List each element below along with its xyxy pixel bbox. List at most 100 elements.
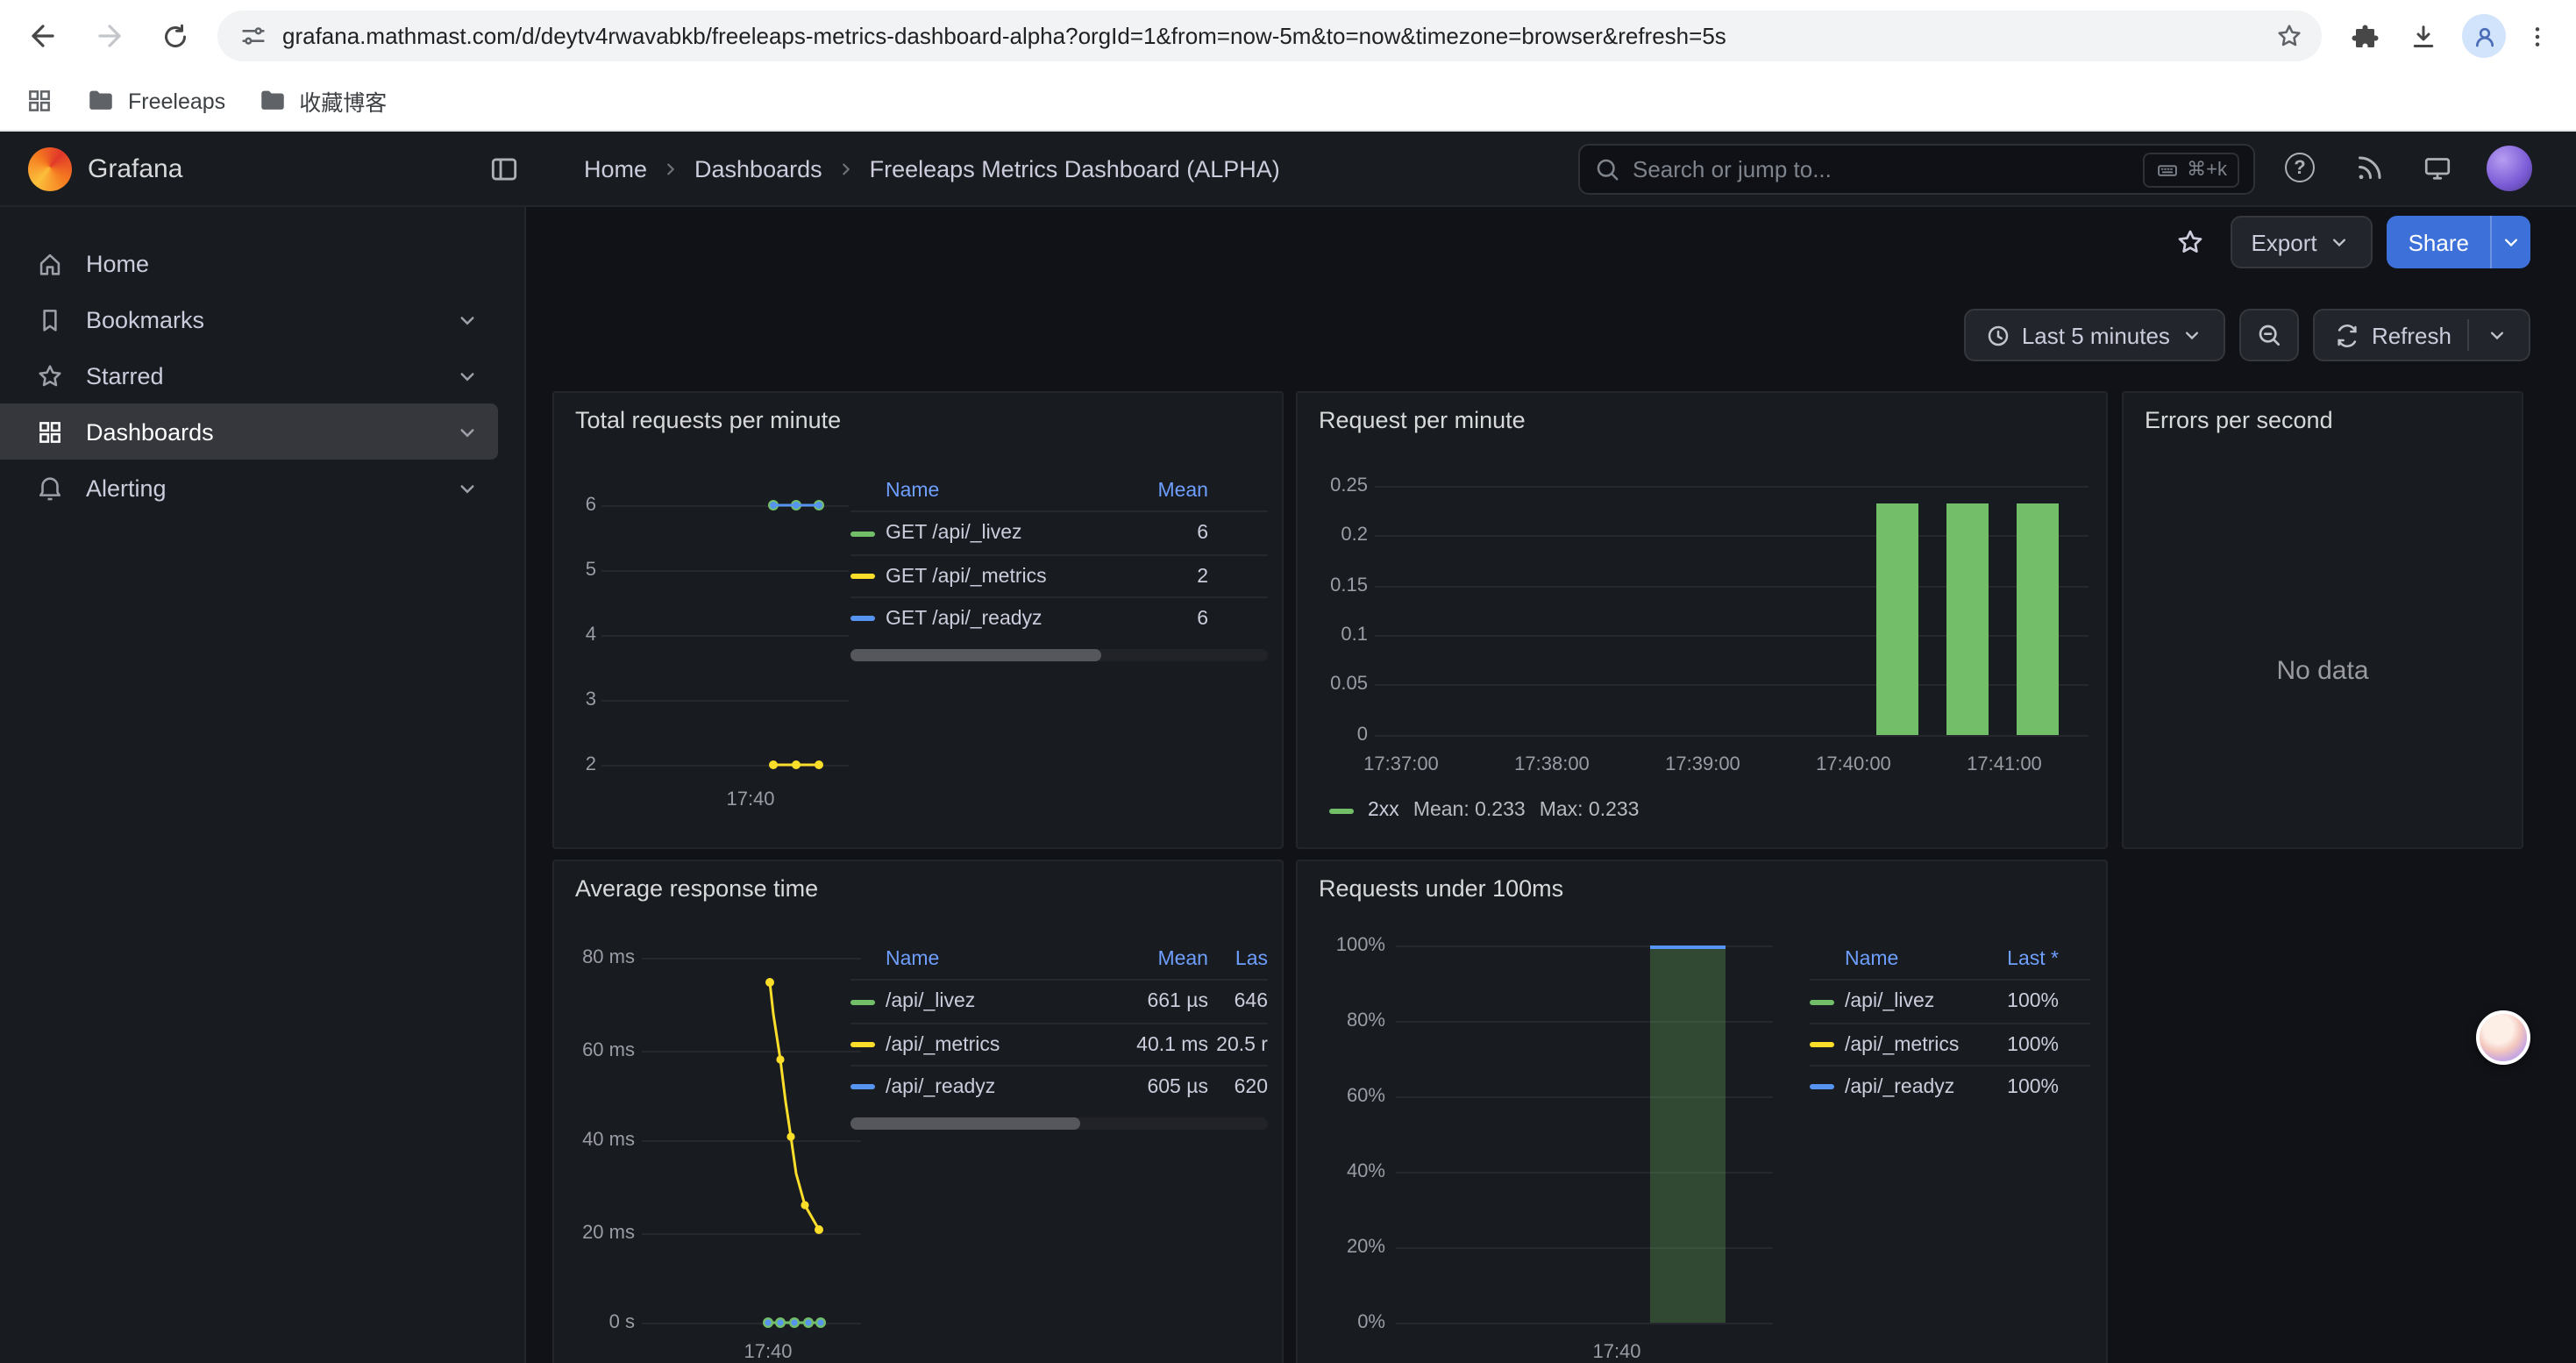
panel-title[interactable]: Request per minute	[1319, 407, 1526, 433]
search-box[interactable]: ⌘+k	[1578, 144, 2255, 195]
scrollbar-thumb[interactable]	[850, 649, 1101, 661]
sidebar-item-alerting[interactable]: Alerting	[0, 460, 498, 516]
panel-title[interactable]: Requests under 100ms	[1319, 875, 1563, 902]
sidebar: Home Bookmarks Starred Dashboards	[0, 207, 526, 1363]
series-name[interactable]: 2xx	[1368, 800, 1399, 821]
floating-assistant-avatar[interactable]	[2476, 1010, 2530, 1065]
legend-header-name[interactable]: Name	[850, 480, 1110, 501]
legend-row[interactable]: /api/_livez 661 µs 646	[850, 981, 1268, 1023]
series-name[interactable]: /api/_livez	[886, 991, 1110, 1012]
refresh-interval-caret[interactable]	[2485, 323, 2509, 347]
shortcut-label: ⌘+k	[2187, 158, 2227, 181]
panel-requests-under-100ms[interactable]: Requests under 100ms 100% 80% 60% 40% 20…	[1296, 860, 2108, 1363]
chart-legend[interactable]: 2xx Mean: 0.233 Max: 0.233	[1329, 800, 1640, 821]
chevron-down-icon[interactable]	[454, 418, 480, 445]
help-icon[interactable]: ?	[2285, 153, 2315, 182]
series-last: 646	[1208, 991, 1268, 1012]
series-name[interactable]: /api/_readyz	[1845, 1076, 1971, 1097]
search-input[interactable]	[1633, 156, 2143, 182]
browser-menu-icon[interactable]	[2513, 11, 2562, 61]
legend-row[interactable]: /api/_readyz 100%	[1810, 1065, 2090, 1107]
panel-total-requests[interactable]: Total requests per minute 6 5 4 3 2	[552, 391, 1284, 849]
series-name[interactable]: GET /api/_readyz	[886, 608, 1110, 629]
total-requests-chart: 6 5 4 3 2 17:40	[572, 456, 852, 833]
legend-row[interactable]: /api/_metrics 40.1 ms 20.5 r	[850, 1023, 1268, 1065]
legend-header-mean[interactable]: Mean	[1110, 480, 1208, 501]
legend-scrollbar[interactable]	[850, 1117, 1268, 1130]
share-button[interactable]: Share	[2387, 216, 2530, 268]
series-color-swatch	[850, 616, 875, 621]
share-menu-caret[interactable]	[2490, 216, 2530, 268]
chevron-down-icon[interactable]	[454, 475, 480, 501]
profile-avatar[interactable]	[2462, 14, 2506, 58]
grafana-logo[interactable]	[28, 147, 72, 191]
scrollbar-thumb[interactable]	[850, 1117, 1080, 1130]
sidebar-item-starred[interactable]: Starred	[0, 347, 498, 403]
refresh-label: Refresh	[2372, 322, 2451, 348]
breadcrumb-dashboards[interactable]: Dashboards	[694, 155, 822, 182]
chevron-down-icon	[2181, 323, 2205, 347]
series-name[interactable]: /api/_metrics	[1845, 1034, 1971, 1055]
bookmark-folder-blogs[interactable]: 收藏博客	[257, 84, 387, 118]
series-mean: 6	[1110, 608, 1208, 629]
legend-header-last[interactable]: Last *	[1971, 948, 2059, 969]
legend-table: Name Mean Las /api/_livez 661 µs 646 /ap…	[850, 938, 1268, 1107]
series-plot	[1315, 924, 1824, 1363]
address-bar[interactable]: grafana.mathmast.com/d/deytv4rwavabkb/fr…	[217, 11, 2322, 61]
series-name[interactable]: GET /api/_metrics	[886, 566, 1110, 587]
time-range-picker[interactable]: Last 5 minutes	[1964, 309, 2226, 361]
panel-title[interactable]: Average response time	[575, 875, 818, 902]
series-name[interactable]: GET /api/_livez	[886, 523, 1110, 544]
series-name[interactable]: /api/_metrics	[886, 1034, 1110, 1055]
sidebar-item-bookmarks[interactable]: Bookmarks	[0, 291, 498, 347]
panel-title[interactable]: Total requests per minute	[575, 407, 841, 433]
breadcrumb-home[interactable]: Home	[584, 155, 647, 182]
legend-row[interactable]: GET /api/_livez 6	[850, 512, 1268, 554]
extensions-icon[interactable]	[2339, 11, 2388, 61]
response-time-chart: 80 ms 60 ms 40 ms 20 ms 0 s	[572, 924, 879, 1363]
clock-icon	[1985, 322, 2011, 348]
download-icon[interactable]	[2399, 11, 2448, 61]
panel-request-per-minute[interactable]: Request per minute 0.25 0.2 0.15 0.1 0.0…	[1296, 391, 2108, 849]
sidebar-item-dashboards[interactable]: Dashboards	[0, 403, 498, 460]
apps-grid-icon[interactable]	[25, 86, 54, 116]
legend-scrollbar[interactable]	[850, 649, 1268, 661]
share-label[interactable]: Share	[2387, 216, 2490, 268]
zoom-out-button[interactable]	[2240, 309, 2300, 361]
url-text[interactable]: grafana.mathmast.com/d/deytv4rwavabkb/fr…	[282, 23, 2274, 49]
export-button[interactable]: Export	[2230, 216, 2373, 268]
series-mean: 6	[1110, 523, 1208, 544]
legend-header-name[interactable]: Name	[1810, 948, 1971, 969]
series-name[interactable]: /api/_readyz	[886, 1076, 1110, 1097]
sidebar-item-home[interactable]: Home	[0, 235, 498, 291]
legend-row[interactable]: /api/_metrics 100%	[1810, 1023, 2090, 1065]
dock-menu-icon[interactable]	[487, 153, 521, 186]
bookmark-folder-freeleaps[interactable]: Freeleaps	[86, 86, 225, 116]
user-avatar[interactable]	[2487, 146, 2532, 191]
legend-row[interactable]: GET /api/_readyz 6	[850, 596, 1268, 639]
chevron-down-icon[interactable]	[454, 306, 480, 332]
legend-row[interactable]: /api/_livez 100%	[1810, 981, 2090, 1023]
legend-header-name[interactable]: Name	[850, 948, 1110, 969]
news-rss-icon[interactable]	[2353, 153, 2385, 184]
series-color-swatch	[850, 574, 875, 579]
panel-title[interactable]: Errors per second	[2145, 407, 2333, 433]
site-info-icon[interactable]	[238, 21, 268, 51]
back-icon[interactable]	[18, 11, 67, 61]
reload-icon[interactable]	[151, 11, 200, 61]
series-last: 100%	[1971, 1034, 2059, 1055]
refresh-button[interactable]: Refresh	[2314, 309, 2530, 361]
bookmark-star-icon[interactable]	[2274, 21, 2304, 51]
star-icon	[35, 360, 65, 390]
panel-errors-per-second[interactable]: Errors per second No data	[2122, 391, 2523, 849]
series-mean: 605 µs	[1110, 1076, 1208, 1097]
legend-row[interactable]: /api/_readyz 605 µs 620	[850, 1065, 1268, 1107]
legend-header-last[interactable]: Las	[1208, 948, 1268, 969]
favorite-star-icon[interactable]	[2163, 216, 2216, 268]
legend-row[interactable]: GET /api/_metrics 2	[850, 554, 1268, 596]
panel-average-response-time[interactable]: Average response time 80 ms 60 ms 40 ms …	[552, 860, 1284, 1363]
series-name[interactable]: /api/_livez	[1845, 991, 1971, 1012]
legend-header-mean[interactable]: Mean	[1110, 948, 1208, 969]
monitor-icon[interactable]	[2422, 153, 2453, 184]
chevron-down-icon[interactable]	[454, 362, 480, 389]
